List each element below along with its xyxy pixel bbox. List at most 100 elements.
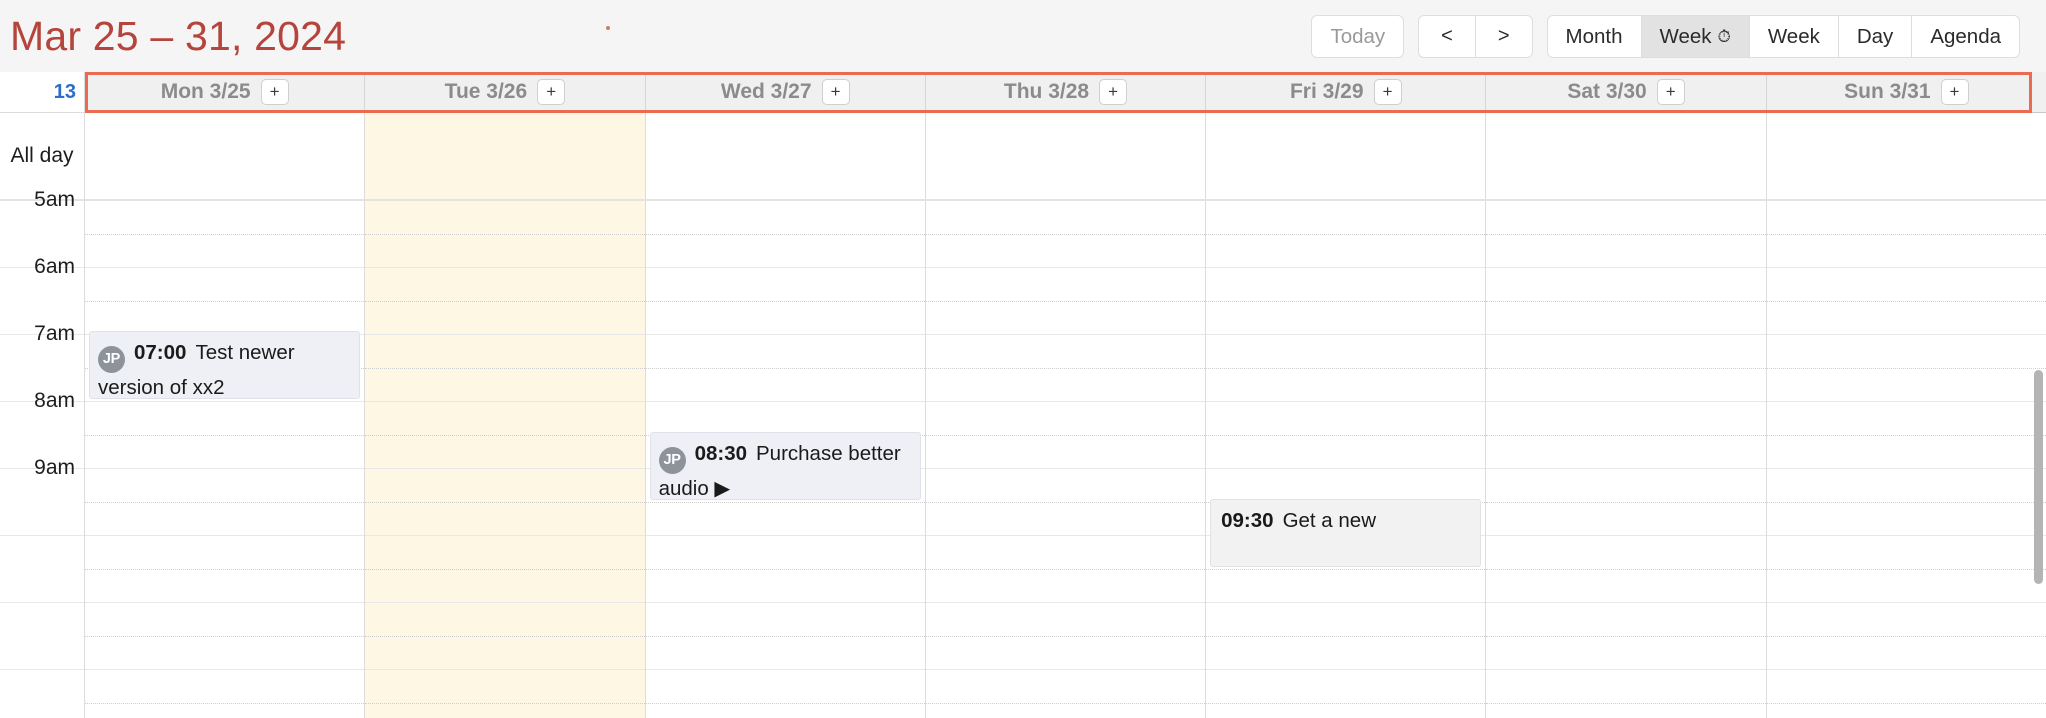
time-slot[interactable] bbox=[1206, 268, 1486, 335]
time-slot[interactable] bbox=[1486, 469, 1766, 536]
all-day-cell-fri[interactable] bbox=[1206, 113, 1487, 199]
day-header-thu[interactable]: Thu 3/28 + bbox=[925, 72, 1207, 113]
time-slot[interactable] bbox=[1206, 670, 1486, 718]
time-slot[interactable] bbox=[645, 536, 926, 603]
time-slot[interactable] bbox=[1486, 268, 1766, 335]
time-slot[interactable] bbox=[365, 603, 645, 670]
time-slot[interactable] bbox=[365, 469, 645, 536]
time-slot[interactable] bbox=[85, 402, 365, 469]
today-button[interactable]: Today bbox=[1311, 14, 1405, 58]
view-button-month[interactable]: Month bbox=[1546, 14, 1642, 58]
avatar: JP bbox=[658, 447, 686, 474]
add-event-button-sat[interactable]: + bbox=[1656, 79, 1685, 105]
time-slot[interactable] bbox=[1766, 536, 2046, 603]
day-column-thu[interactable] bbox=[925, 201, 1207, 718]
time-slot[interactable] bbox=[925, 603, 1206, 670]
add-event-button-wed[interactable]: + bbox=[821, 79, 850, 105]
vertical-scrollbar-thumb[interactable] bbox=[2034, 370, 2043, 584]
day-column-sat[interactable] bbox=[1486, 201, 1767, 718]
all-day-cell-thu[interactable] bbox=[925, 113, 1207, 199]
time-slot[interactable] bbox=[1206, 335, 1486, 402]
day-header-sun[interactable]: Sun 3/31 + bbox=[1766, 72, 2046, 113]
time-slot[interactable] bbox=[1766, 335, 2046, 402]
view-button-week[interactable]: Week bbox=[1749, 14, 1839, 58]
day-column-fri[interactable]: 09:30 Get a new bbox=[1206, 201, 1487, 718]
day-column-tue[interactable] bbox=[365, 201, 646, 718]
time-slot[interactable] bbox=[1486, 603, 1766, 670]
add-event-button-sun[interactable]: + bbox=[1940, 79, 1969, 105]
calendar-event-wed-0830[interactable]: JP08:30Purchase better audio ▶ Elementar… bbox=[649, 432, 921, 500]
time-slot[interactable] bbox=[925, 536, 1206, 603]
time-slot[interactable] bbox=[1486, 335, 1766, 402]
time-slot[interactable] bbox=[1766, 469, 2046, 536]
time-slot[interactable] bbox=[1486, 201, 1766, 268]
time-slot[interactable] bbox=[85, 268, 365, 335]
time-slot[interactable] bbox=[1486, 536, 1766, 603]
time-slot[interactable] bbox=[645, 335, 926, 402]
time-slot[interactable] bbox=[365, 402, 645, 469]
time-slot[interactable] bbox=[85, 670, 365, 718]
day-column-wed[interactable]: JP08:30Purchase better audio ▶ Elementar… bbox=[645, 201, 926, 718]
time-slot[interactable] bbox=[1766, 201, 2046, 268]
day-header-wed[interactable]: Wed 3/27 + bbox=[645, 72, 926, 113]
event-time: 09:30 bbox=[1221, 509, 1274, 532]
add-event-button-thu[interactable]: + bbox=[1099, 79, 1128, 105]
time-slot[interactable] bbox=[1486, 402, 1766, 469]
time-slot[interactable] bbox=[1206, 402, 1486, 469]
time-slot[interactable] bbox=[1206, 201, 1486, 268]
time-slot[interactable] bbox=[365, 201, 645, 268]
calendar-event-mon-0700[interactable]: JP07:00Test newer version of xx2 Element… bbox=[89, 331, 361, 399]
add-event-button-tue[interactable]: + bbox=[537, 79, 566, 105]
time-slot[interactable] bbox=[925, 670, 1206, 718]
time-slot[interactable] bbox=[645, 201, 926, 268]
day-header-mon[interactable]: Mon 3/25 + bbox=[85, 72, 366, 113]
view-button-week-resource[interactable]: Week ⏱ bbox=[1641, 14, 1750, 58]
time-slot[interactable] bbox=[1766, 268, 2046, 335]
time-slot[interactable] bbox=[85, 536, 365, 603]
time-slot[interactable] bbox=[365, 335, 645, 402]
time-slot[interactable] bbox=[85, 201, 365, 268]
next-period-button[interactable]: > bbox=[1475, 14, 1533, 58]
day-header-tue[interactable]: Tue 3/26 + bbox=[365, 72, 646, 113]
time-slot[interactable] bbox=[925, 469, 1206, 536]
add-event-button-fri[interactable]: + bbox=[1373, 79, 1402, 105]
hour-row bbox=[0, 536, 84, 603]
time-slot[interactable] bbox=[925, 201, 1206, 268]
day-header-label: Tue 3/26 bbox=[444, 80, 528, 103]
avatar: JP bbox=[98, 346, 125, 373]
day-header-label: Mon 3/25 bbox=[160, 80, 251, 103]
time-slot[interactable] bbox=[365, 670, 645, 718]
time-slot[interactable] bbox=[1486, 670, 1766, 718]
time-slot[interactable] bbox=[1766, 670, 2046, 718]
calendar-event-fri-0930[interactable]: 09:30 Get a new bbox=[1210, 499, 1482, 567]
time-slot[interactable] bbox=[645, 268, 926, 335]
all-day-cell-sat[interactable] bbox=[1486, 113, 1767, 199]
day-header-sat[interactable]: Sat 3/30 + bbox=[1486, 72, 1767, 113]
clock-icon: ⏱ bbox=[1717, 26, 1731, 46]
time-slot[interactable] bbox=[365, 536, 645, 603]
time-slot[interactable] bbox=[645, 603, 926, 670]
add-event-button-mon[interactable]: + bbox=[260, 79, 289, 105]
time-slot[interactable] bbox=[645, 670, 926, 718]
day-header-label: Thu 3/28 bbox=[1003, 80, 1090, 103]
day-column-mon[interactable]: JP07:00Test newer version of xx2 Element… bbox=[85, 201, 366, 718]
hour-row bbox=[0, 670, 84, 718]
time-slot[interactable] bbox=[365, 268, 645, 335]
time-slot[interactable] bbox=[1206, 603, 1486, 670]
previous-period-button[interactable]: < bbox=[1418, 14, 1476, 58]
time-slot[interactable] bbox=[925, 335, 1206, 402]
all-day-cell-mon[interactable] bbox=[85, 113, 366, 199]
time-slot[interactable] bbox=[85, 469, 365, 536]
time-slot[interactable] bbox=[1766, 402, 2046, 469]
time-slot[interactable] bbox=[925, 402, 1206, 469]
time-slot[interactable] bbox=[85, 603, 365, 670]
view-button-agenda[interactable]: Agenda bbox=[1912, 14, 2020, 58]
view-button-day[interactable]: Day bbox=[1838, 14, 1913, 58]
day-column-sun[interactable] bbox=[1766, 201, 2046, 718]
all-day-cell-tue[interactable] bbox=[365, 113, 646, 199]
day-header-fri[interactable]: Fri 3/29 + bbox=[1206, 72, 1487, 113]
all-day-cell-wed[interactable] bbox=[645, 113, 926, 199]
time-slot[interactable] bbox=[925, 268, 1206, 335]
all-day-cell-sun[interactable] bbox=[1766, 113, 2046, 199]
time-slot[interactable] bbox=[1766, 603, 2046, 670]
